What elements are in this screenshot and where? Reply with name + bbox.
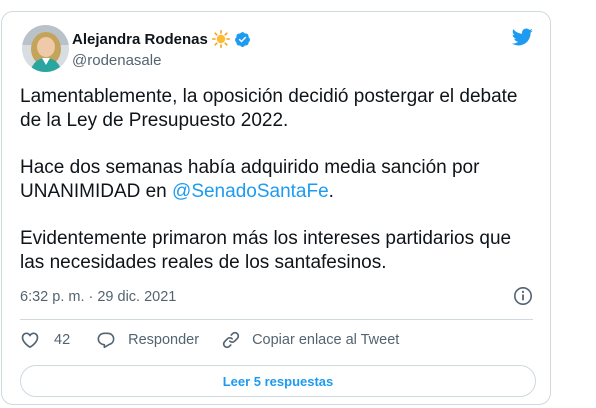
copy-link-button[interactable]: Copiar enlace al Tweet [221,330,399,350]
timestamp[interactable]: 6:32 p. m. · 29 dic. 2021 [20,289,176,305]
sun-icon [211,30,230,49]
display-name[interactable]: Alejandra Rodenas [72,31,208,48]
verified-icon [234,31,251,48]
link-icon [221,330,241,350]
tweet-paragraph-2: Hace dos semanas había adquirido media s… [20,156,540,204]
read-replies-button[interactable]: Leer 5 respuestas [20,365,536,397]
divider [20,319,533,320]
reply-button[interactable]: Responder [96,330,199,350]
tweet-header: Alejandra Rodenas @rodenasale [22,24,536,74]
heart-icon [20,330,40,350]
twitter-bird-icon[interactable] [510,26,534,48]
tweet-paragraph-3: Evidentemente primaron más los intereses… [20,228,512,273]
info-icon[interactable] [512,285,534,307]
mention-link[interactable]: @SenadoSantaFe [172,181,329,202]
name-line: Alejandra Rodenas [72,29,251,49]
avatar[interactable] [22,25,69,72]
tweet-paragraph-2-end: . [328,181,334,202]
tweet-paragraph-1: Lamentablemente, la oposición decidió po… [20,86,518,131]
tweet-actions: 42 Responder Copiar enlace al Tweet [20,328,399,352]
handle[interactable]: @rodenasale [72,52,161,69]
reply-label: Responder [128,332,200,348]
like-button[interactable]: 42 [20,330,70,350]
reply-icon [96,330,116,350]
like-count: 42 [54,332,71,348]
tweet-card: Alejandra Rodenas @rodenasale Lamentable… [1,11,551,405]
copy-link-label: Copiar enlace al Tweet [252,332,400,348]
tweet-text: Lamentablemente, la oposición decidió po… [20,85,540,298]
